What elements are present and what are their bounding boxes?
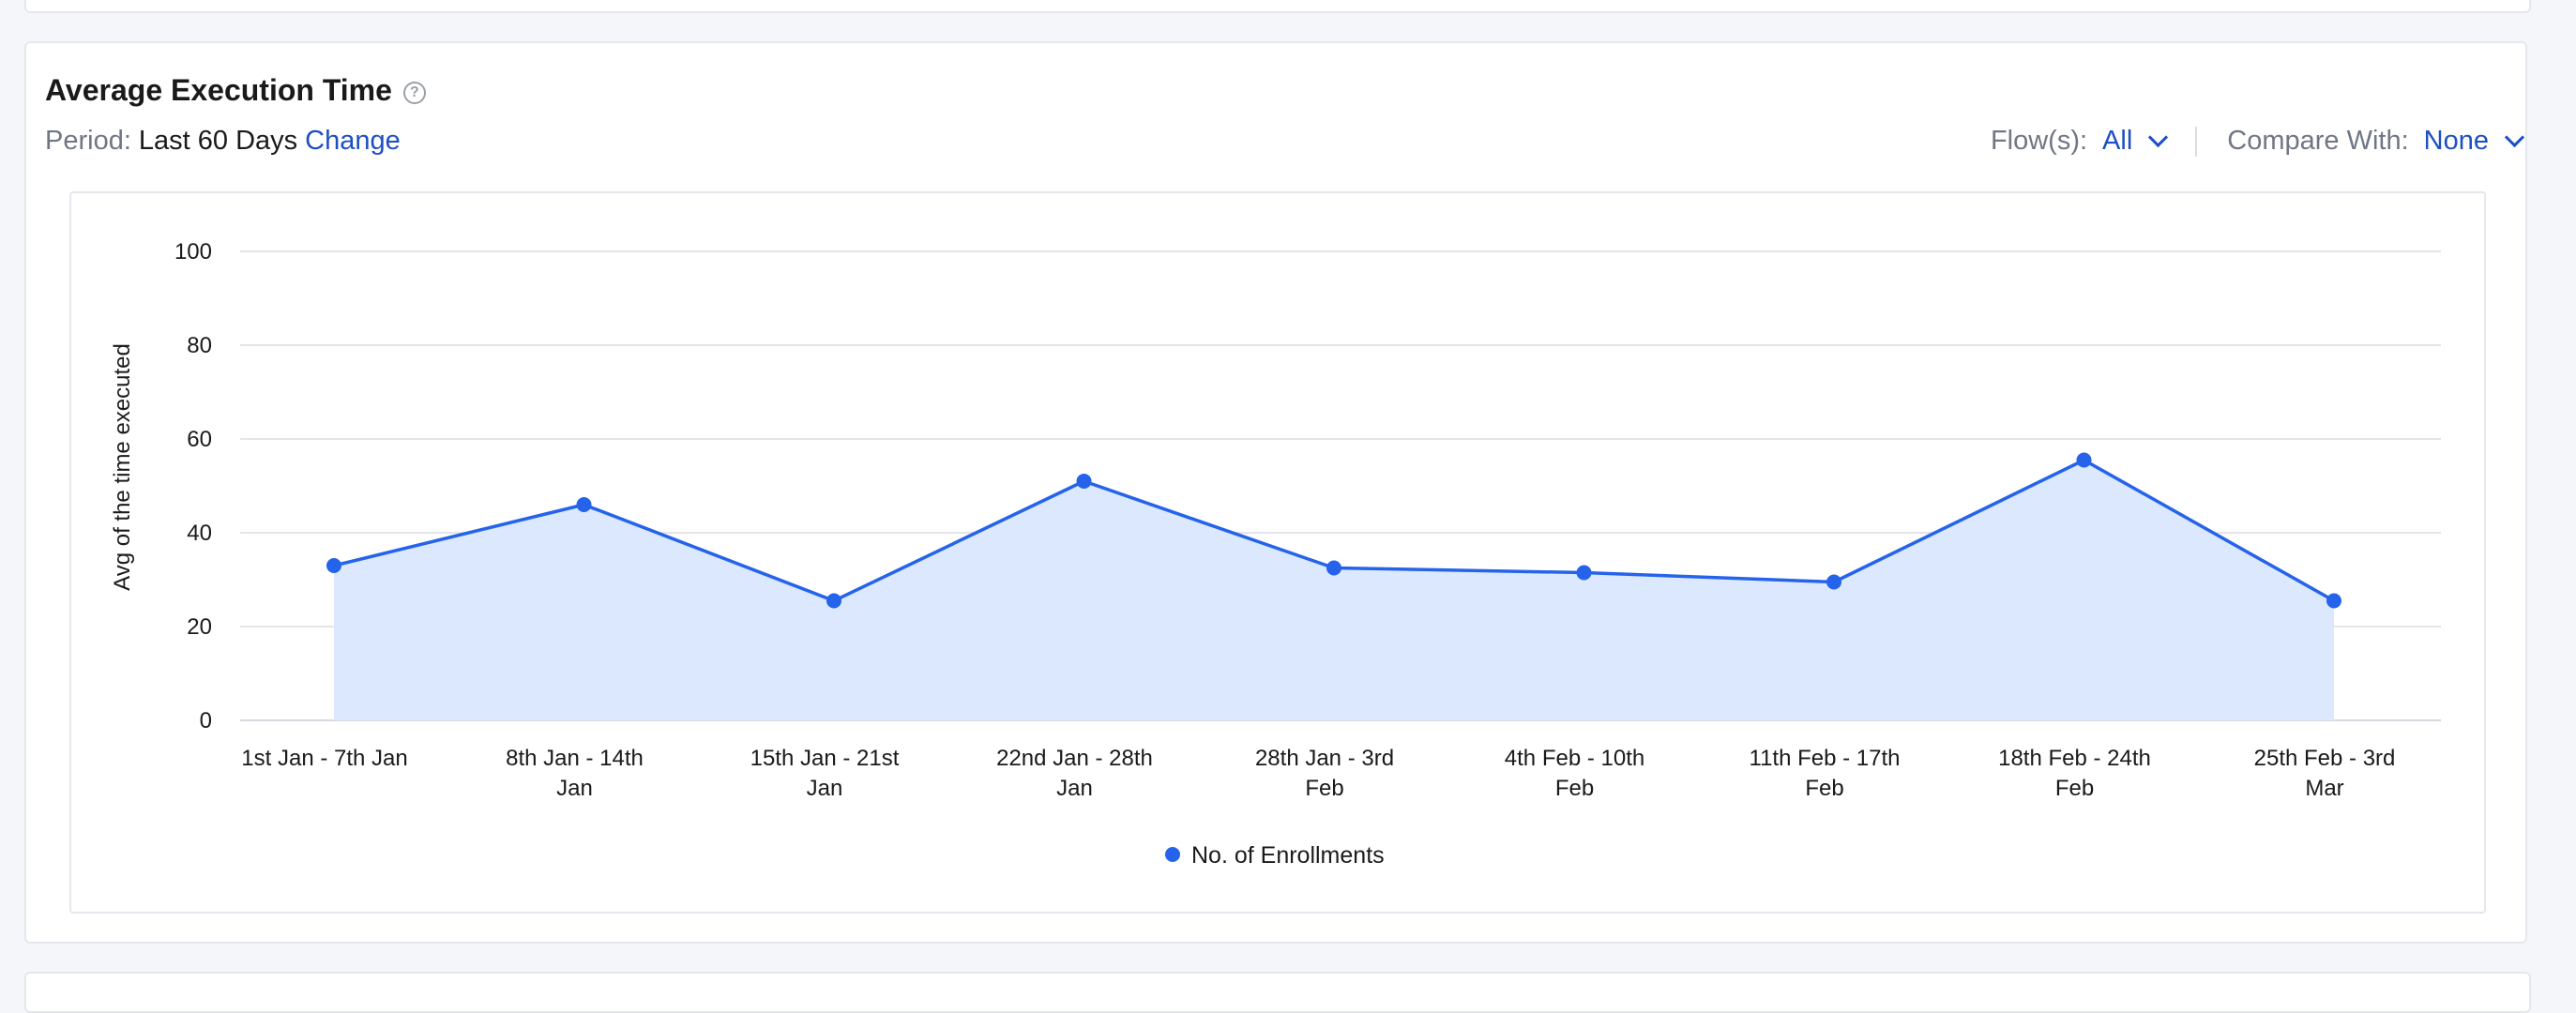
chevron-down-icon: [2148, 127, 2169, 148]
page-title: Average Execution Time: [45, 73, 392, 107]
change-period-link[interactable]: Change: [305, 126, 401, 157]
legend-label: No. of Enrollments: [1191, 842, 1385, 869]
flows-label: Flow(s):: [1990, 126, 2088, 156]
x-tick-label: 28th Jan - 3rd Feb: [1255, 746, 1394, 801]
y-tick-label: 40: [187, 521, 212, 546]
x-tick-label: 4th Feb - 10th Feb: [1505, 746, 1644, 801]
period-value: Last 60 Days: [138, 126, 298, 156]
card-header: Average Execution Time ?: [45, 73, 426, 108]
compare-with-label: Compare With:: [2227, 126, 2409, 156]
data-point[interactable]: [1076, 474, 1092, 489]
data-point[interactable]: [326, 558, 341, 573]
x-tick-label: 11th Feb - 17th Feb: [1750, 746, 1901, 801]
flows-value: All: [2102, 126, 2133, 156]
x-tick-label: 1st Jan - 7th Jan: [241, 746, 407, 771]
compare-with-dropdown[interactable]: Compare With: None: [2227, 126, 2525, 157]
data-point[interactable]: [576, 497, 592, 512]
filters-bar: Flow(s): All Compare With: None: [1990, 126, 2525, 157]
chart-legend[interactable]: No. of Enrollments: [1165, 842, 1385, 869]
y-tick-label: 100: [174, 239, 212, 265]
filter-divider: [2195, 126, 2198, 157]
data-point[interactable]: [1576, 565, 1592, 581]
y-tick-label: 60: [187, 427, 212, 452]
y-axis-label: Avg of the time executed: [110, 343, 135, 591]
series-area: [334, 460, 2334, 720]
data-point[interactable]: [2076, 452, 2092, 468]
y-tick-label: 80: [187, 333, 212, 358]
x-tick-label: 18th Feb - 24th Feb: [1998, 746, 2151, 801]
question-circle-icon[interactable]: ?: [402, 81, 426, 104]
data-point[interactable]: [826, 593, 841, 609]
flows-dropdown[interactable]: Flow(s): All: [1990, 126, 2169, 157]
chevron-down-icon: [2504, 127, 2525, 148]
x-tick-label: 22nd Jan - 28th Jan: [996, 746, 1153, 801]
y-tick-label: 20: [187, 614, 212, 640]
compare-with-value: None: [2423, 126, 2489, 156]
period-row: Period: Last 60 Days Change: [45, 126, 401, 157]
x-tick-label: 25th Feb - 3rd Mar: [2254, 746, 2396, 801]
data-point[interactable]: [1826, 574, 1841, 590]
data-point[interactable]: [1326, 560, 1341, 576]
period-label: Period:: [45, 126, 131, 156]
previous-card: [24, 0, 2531, 13]
chart-container: 0 20 40 60 80 100 1st Jan - 7th Jan 8th Jan - …: [69, 191, 2486, 914]
x-tick-label: 15th Jan - 21st Jan: [750, 746, 900, 801]
x-tick-label: 8th Jan - 14th Jan: [506, 746, 644, 801]
data-point[interactable]: [2326, 593, 2341, 609]
legend-marker: [1165, 847, 1180, 862]
next-card: [24, 972, 2531, 1013]
execution-time-chart: 0 20 40 60 80 100 1st Jan - 7th Jan 8th Jan - …: [110, 239, 2441, 869]
y-tick-label: 0: [200, 708, 212, 733]
